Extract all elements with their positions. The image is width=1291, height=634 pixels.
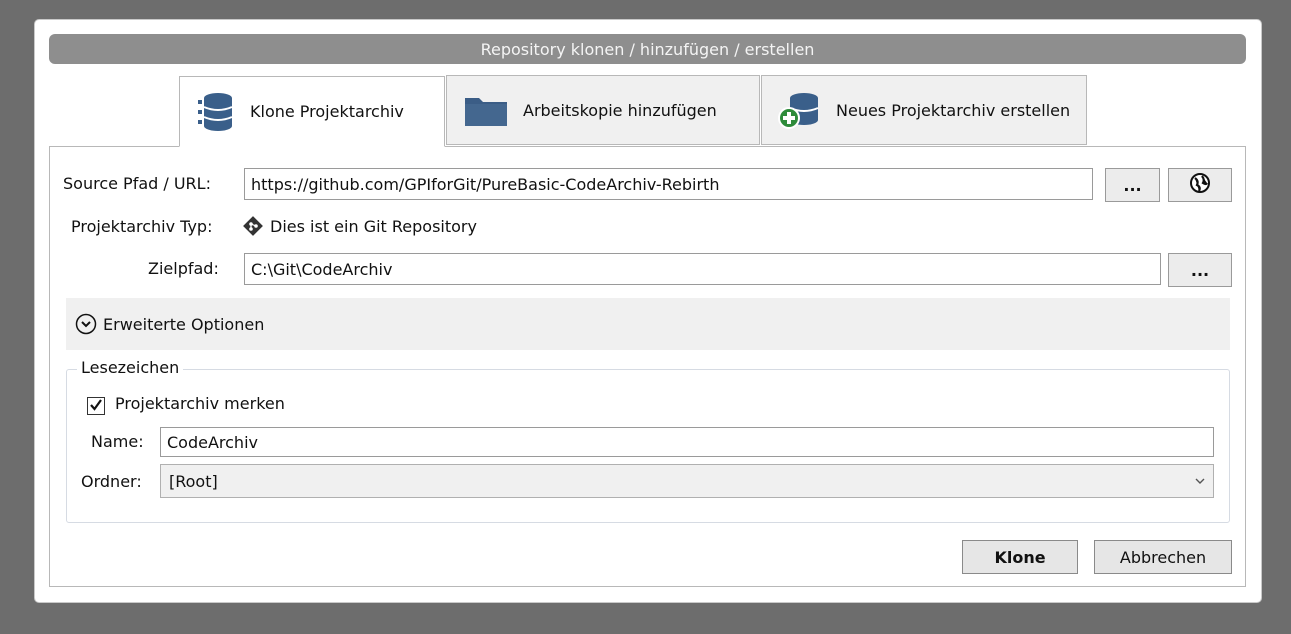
- database-add-icon: [776, 88, 824, 132]
- bookmark-group: Lesezeichen Projektarchiv merken Name: O…: [66, 358, 1230, 523]
- tab-clone-repository[interactable]: Klone Projektarchiv: [179, 76, 445, 147]
- remember-repo-label: Projektarchiv merken: [115, 394, 285, 413]
- tab-label: Klone Projektarchiv: [250, 102, 404, 121]
- tab-label: Arbeitskopie hinzufügen: [523, 100, 717, 120]
- clone-button[interactable]: Klone: [962, 540, 1078, 574]
- database-icon: [194, 90, 238, 134]
- browse-source-button[interactable]: ...: [1105, 168, 1160, 202]
- chevron-down-circle-icon: [75, 313, 97, 335]
- browse-target-button[interactable]: ...: [1168, 253, 1232, 287]
- folder-icon: [461, 90, 511, 130]
- source-label: Source Pfad / URL:: [63, 174, 211, 193]
- repo-type-value: Dies ist ein Git Repository: [270, 217, 477, 236]
- tab-label: Neues Projektarchiv erstellen: [836, 100, 1071, 120]
- bookmark-name-input[interactable]: [160, 427, 1214, 457]
- advanced-options-expander[interactable]: Erweiterte Optionen: [66, 298, 1230, 350]
- bookmark-legend: Lesezeichen: [77, 358, 184, 377]
- tab-panel: Source Pfad / URL: ... Projektarchiv Typ…: [49, 146, 1246, 587]
- check-icon: [89, 397, 103, 416]
- bookmark-folder-select[interactable]: [Root]: [160, 464, 1214, 498]
- cancel-button[interactable]: Abbrechen: [1094, 540, 1232, 574]
- advanced-options-label: Erweiterte Optionen: [103, 314, 265, 334]
- bookmark-name-label: Name:: [91, 432, 144, 451]
- git-icon: [243, 216, 263, 240]
- tab-create-repository[interactable]: Neues Projektarchiv erstellen: [761, 75, 1087, 145]
- source-url-input[interactable]: [244, 168, 1093, 200]
- target-path-label: Zielpfad:: [148, 259, 219, 278]
- repo-type-label: Projektarchiv Typ:: [71, 217, 213, 236]
- globe-icon: [1189, 172, 1211, 198]
- clone-dialog: Repository klonen / hinzufügen / erstell…: [34, 19, 1262, 603]
- tab-add-working-copy[interactable]: Arbeitskopie hinzufügen: [446, 75, 760, 145]
- target-path-input[interactable]: [244, 253, 1161, 285]
- bookmark-folder-label: Ordner:: [81, 472, 142, 491]
- remember-repo-checkbox[interactable]: [87, 397, 105, 415]
- bookmark-folder-value: [Root]: [169, 471, 218, 491]
- chevron-down-icon: [1195, 477, 1205, 485]
- dialog-title: Repository klonen / hinzufügen / erstell…: [49, 34, 1246, 64]
- web-browse-button[interactable]: [1168, 168, 1232, 202]
